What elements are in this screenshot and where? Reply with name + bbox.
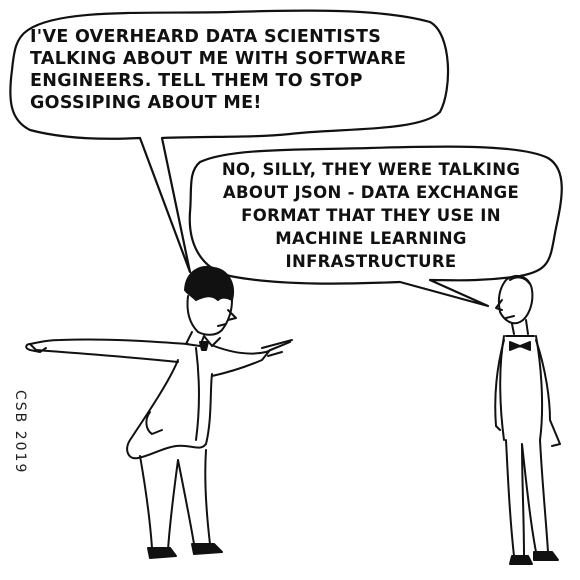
head xyxy=(497,274,534,325)
right-arm xyxy=(211,341,291,377)
shoes xyxy=(509,551,559,565)
comic-panel: I'VE OVERHEARD DATA SCIENTISTS TALKING A… xyxy=(0,0,580,580)
shoes xyxy=(147,543,223,559)
left-arm xyxy=(29,338,189,363)
left-character xyxy=(25,266,293,559)
tie xyxy=(199,341,209,351)
legs xyxy=(505,439,549,557)
arms xyxy=(494,339,561,447)
right-character xyxy=(494,274,561,565)
speech-bubble-2-text: NO, SILLY, THEY WERE TALKING ABOUT JSON … xyxy=(221,160,521,271)
bow-tie xyxy=(509,341,531,351)
mouth xyxy=(505,315,515,319)
speech-bubble-1-text: I'VE OVERHEARD DATA SCIENTISTS TALKING A… xyxy=(30,27,407,113)
legs xyxy=(139,449,211,551)
head xyxy=(186,295,233,336)
left-hand xyxy=(25,343,47,353)
torso xyxy=(499,335,544,441)
artist-signature: CSB 2019 xyxy=(12,390,28,475)
